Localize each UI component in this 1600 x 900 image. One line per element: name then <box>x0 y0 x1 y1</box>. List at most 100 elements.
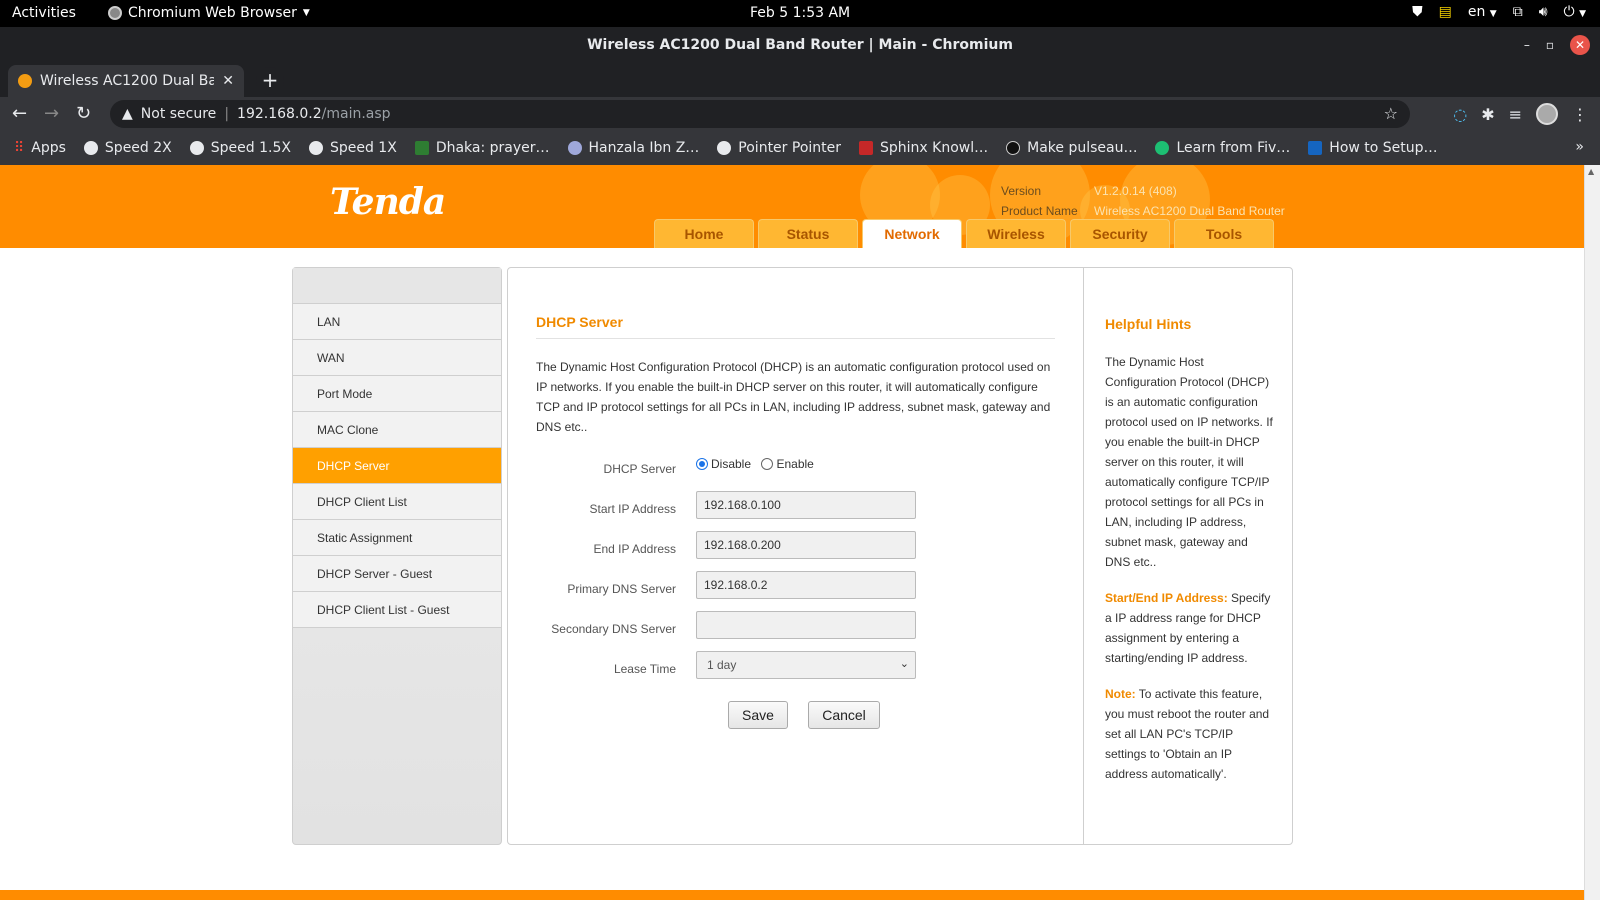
apps-grid-icon: ⠿ <box>14 140 25 156</box>
volume-icon[interactable]: 🔊︎ <box>1539 4 1548 20</box>
network-icon[interactable]: ⧉ <box>1513 4 1523 20</box>
profile-avatar[interactable] <box>1536 103 1558 125</box>
chevron-down-icon: ⌄ <box>899 658 909 670</box>
cancel-button[interactable]: Cancel <box>808 701 880 729</box>
power-icon[interactable]: ⏻ ▼ <box>1564 4 1586 20</box>
start-ip-input[interactable]: 192.168.0.100 <box>696 491 916 519</box>
secondary-dns-row: Secondary DNS Server <box>536 611 1055 651</box>
radio-unselected-icon[interactable] <box>761 458 774 470</box>
bookmark-apps[interactable]: ⠿ Apps <box>14 140 66 156</box>
globe-icon <box>717 141 732 155</box>
bookmark-speed-2x[interactable]: Speed 2X <box>83 140 172 156</box>
sidebar-item-port-mode[interactable]: Port Mode <box>293 376 501 412</box>
dhcp-enable-radio[interactable]: Enable <box>761 457 814 471</box>
product-name-value: Wireless AC1200 Dual Band Router <box>1094 204 1285 218</box>
nav-tab-home[interactable]: Home <box>654 219 754 248</box>
page-scrollbar[interactable]: ▲ <box>1584 165 1600 900</box>
bookmark-star-icon[interactable]: ☆ <box>1384 104 1398 123</box>
lease-time-select[interactable]: 1 day ⌄ <box>696 651 916 679</box>
warning-icon[interactable]: ▲ <box>122 106 133 122</box>
nav-tab-network[interactable]: Network <box>862 219 962 248</box>
dhcp-disable-radio[interactable]: Disable <box>696 457 751 471</box>
minimize-icon[interactable]: – <box>1524 38 1530 52</box>
sidebar-item-dhcp-client-list-guest[interactable]: DHCP Client List - Guest <box>293 592 501 628</box>
router-page: Tenda Version V1.2.0.14 (408) Product Nam… <box>0 165 1584 900</box>
menu-kebab-icon[interactable]: ⋮ <box>1572 105 1588 124</box>
bookmarks-bar: ⠿ Apps Speed 2X Speed 1.5X Speed 1X Dhaka… <box>0 131 1600 165</box>
bookmark-pointer-pointer[interactable]: Pointer Pointer <box>717 140 841 156</box>
bookmark-dhaka-prayer[interactable]: Dhaka: prayer… <box>414 140 550 156</box>
clock[interactable]: Feb 5 1:53 AM <box>750 5 850 21</box>
save-button[interactable]: Save <box>728 701 788 729</box>
browser-tab[interactable]: Wireless AC1200 Dual Band Router ✕ <box>8 65 244 97</box>
sidebar-item-lan[interactable]: LAN <box>293 304 501 340</box>
extensions-puzzle-icon[interactable]: ✱ <box>1481 105 1494 124</box>
media-queue-icon[interactable]: ≡ <box>1509 105 1522 124</box>
bookmark-speed-1x[interactable]: Speed 1X <box>308 140 397 156</box>
bookmark-sphinx[interactable]: Sphinx Knowl… <box>859 140 988 156</box>
radio-selected-icon[interactable] <box>696 458 708 470</box>
extensions-area: ◌ ✱ ≡ ⋮ <box>1453 103 1588 125</box>
app-menu[interactable]: Chromium Web Browser ▼ <box>108 5 310 21</box>
network-sidebar: LAN WAN Port Mode MAC Clone DHCP Server … <box>292 267 502 845</box>
bookmark-fiverr[interactable]: Learn from Fiv… <box>1155 140 1290 156</box>
notes-icon[interactable]: ▤ <box>1439 4 1452 20</box>
lease-time-label: Lease Time <box>613 662 676 676</box>
bookmark-pulseaudio[interactable]: Make pulseau… <box>1006 140 1137 156</box>
sidebar-item-dhcp-server-guest[interactable]: DHCP Server - Guest <box>293 556 501 592</box>
bookmark-hanzala[interactable]: Hanzala Ibn Z… <box>567 140 699 156</box>
router-meta: Version V1.2.0.14 (408) Product Name Wirel… <box>1001 181 1285 221</box>
sidebar-item-mac-clone[interactable]: MAC Clone <box>293 412 501 448</box>
end-ip-label: End IP Address <box>593 542 677 556</box>
speed-icon <box>308 141 323 155</box>
more-bookmarks-icon[interactable]: » <box>1575 139 1584 155</box>
reload-icon[interactable]: ↻ <box>76 103 91 124</box>
sidebar-item-static-assignment[interactable]: Static Assignment <box>293 520 501 556</box>
url-text[interactable]: 192.168.0.2/main.asp <box>237 106 391 122</box>
address-bar[interactable]: ▲ Not secure | 192.168.0.2/main.asp ☆ <box>110 100 1410 128</box>
hints-paragraph-3: Note: To activate this feature, you must… <box>1105 687 1270 781</box>
new-tab-button[interactable]: + <box>256 67 284 95</box>
bookmark-how-to-setup[interactable]: How to Setup… <box>1308 140 1438 156</box>
dhcp-server-row: DHCP Server Disable Enable <box>536 451 1055 491</box>
nav-tab-tools[interactable]: Tools <box>1174 219 1274 248</box>
close-tab-icon[interactable]: ✕ <box>222 73 234 89</box>
close-window-icon[interactable]: ✕ <box>1570 35 1590 55</box>
dhcp-form: DHCP Server Disable Enable Start IP Addr… <box>536 451 1055 691</box>
site-icon <box>1308 141 1323 155</box>
window-titlebar: Wireless AC1200 Dual Band Router | Main … <box>0 27 1600 63</box>
nav-tab-wireless[interactable]: Wireless <box>966 219 1066 248</box>
shield-icon[interactable]: ⛊ <box>1412 4 1423 20</box>
maximize-icon[interactable]: ▫ <box>1546 38 1554 52</box>
security-label[interactable]: Not secure <box>141 106 217 122</box>
form-buttons: Save Cancel <box>536 701 1055 729</box>
nav-tab-status[interactable]: Status <box>758 219 858 248</box>
extension-loading-icon[interactable]: ◌ <box>1453 105 1467 124</box>
router-nav: Home Status Network Wireless Security To… <box>654 219 1274 248</box>
back-icon[interactable]: ← <box>12 103 27 124</box>
forward-icon[interactable]: → <box>44 103 59 124</box>
secondary-dns-input[interactable] <box>696 611 916 639</box>
fiverr-icon <box>1155 141 1170 155</box>
primary-dns-row: Primary DNS Server 192.168.0.2 <box>536 571 1055 611</box>
hints-paragraph-2: Start/End IP Address: Specify a IP addre… <box>1105 591 1271 665</box>
sidebar-item-wan[interactable]: WAN <box>293 340 501 376</box>
app-menu-label: Chromium Web Browser <box>128 5 297 21</box>
activities-button[interactable]: Activities <box>12 5 76 21</box>
router-header: Tenda Version V1.2.0.14 (408) Product Nam… <box>0 165 1584 248</box>
site-icon <box>567 141 582 155</box>
speed-icon <box>83 141 98 155</box>
chromium-icon <box>108 6 122 20</box>
bookmark-speed-1-5x[interactable]: Speed 1.5X <box>189 140 291 156</box>
nav-tab-security[interactable]: Security <box>1070 219 1170 248</box>
scroll-up-icon[interactable]: ▲ <box>1588 167 1594 176</box>
system-tray[interactable]: ⛊ ▤ en ▼ ⧉ 🔊︎ ⏻ ▼ <box>1412 4 1586 20</box>
sidebar-item-dhcp-server[interactable]: DHCP Server <box>293 448 501 484</box>
primary-dns-input[interactable]: 192.168.0.2 <box>696 571 916 599</box>
helpful-hints: Helpful Hints The Dynamic Host Configura… <box>1085 268 1293 844</box>
end-ip-input[interactable]: 192.168.0.200 <box>696 531 916 559</box>
section-title: DHCP Server <box>536 314 1055 339</box>
language-indicator[interactable]: en ▼ <box>1468 4 1497 20</box>
sidebar-item-dhcp-client-list[interactable]: DHCP Client List <box>293 484 501 520</box>
start-ip-label: Start IP Address <box>589 502 677 516</box>
